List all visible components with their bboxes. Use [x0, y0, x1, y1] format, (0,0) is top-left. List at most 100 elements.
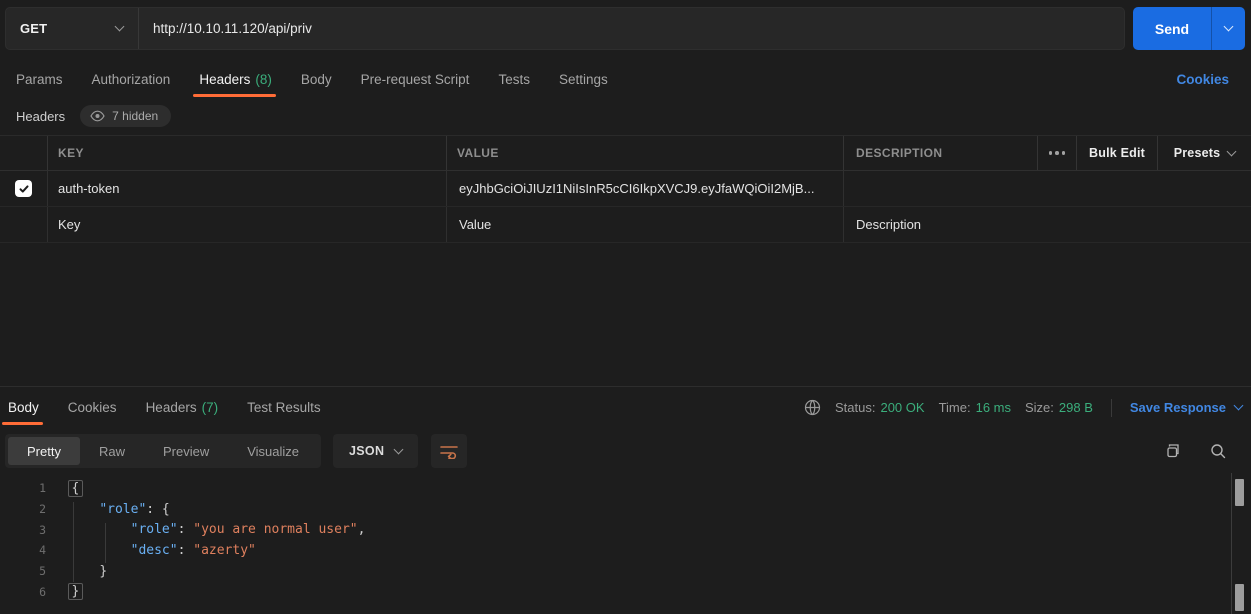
chevron-down-icon: [1227, 146, 1237, 156]
tab-tests[interactable]: Tests: [498, 62, 530, 97]
code-line: 3 "role": "you are normal user",: [0, 519, 1230, 540]
line-number: 4: [0, 543, 52, 557]
url-input[interactable]: [139, 8, 1124, 49]
tab-pre-request-script[interactable]: Pre-request Script: [361, 62, 470, 97]
wrap-text-button[interactable]: [431, 434, 467, 468]
tab-settings[interactable]: Settings: [559, 62, 608, 97]
response-toolbar: Pretty Raw Preview Visualize JSON: [5, 434, 467, 468]
cookies-link[interactable]: Cookies: [1176, 72, 1229, 87]
headers-sub-bar: Headers 7 hidden: [16, 104, 171, 128]
header-key-cell[interactable]: auth-token: [47, 171, 446, 206]
send-button[interactable]: Send: [1133, 7, 1211, 50]
tab-label: Body: [8, 400, 39, 415]
view-mode-switcher: Pretty Raw Preview Visualize: [5, 434, 321, 468]
line-number: 3: [0, 523, 52, 537]
more-options-icon: [1049, 151, 1066, 155]
response-tabs: Body Cookies Headers (7) Test Results: [8, 388, 350, 427]
send-split-button: Send: [1133, 7, 1245, 50]
tab-label: Body: [301, 72, 332, 87]
header-value-cell[interactable]: eyJhbGciOiJIUzI1NiIsInR5cCI6IkpXVCJ9.eyJ…: [446, 171, 843, 206]
code-line: 2 "role": {: [0, 499, 1230, 520]
size-indicator: Size: 298 B: [1025, 400, 1093, 415]
response-tab-body[interactable]: Body: [8, 390, 39, 425]
tab-authorization[interactable]: Authorization: [92, 62, 171, 97]
response-meta: Status: 200 OK Time: 16 ms Size: 298 B S…: [804, 388, 1242, 427]
view-mode-preview[interactable]: Preview: [144, 437, 228, 465]
code-text: }: [52, 564, 107, 579]
header-description-cell[interactable]: [843, 171, 1251, 206]
indent-guide: [73, 502, 74, 582]
method-select[interactable]: GET: [6, 8, 139, 49]
tab-label: Headers: [146, 400, 197, 415]
tab-label: Settings: [559, 72, 608, 87]
value-placeholder-cell[interactable]: Value: [446, 207, 843, 242]
divider: [1111, 399, 1112, 417]
chevron-down-icon: [1224, 22, 1234, 32]
status-label: Status:: [835, 400, 875, 415]
hidden-headers-toggle[interactable]: 7 hidden: [80, 105, 171, 127]
time-indicator: Time: 16 ms: [939, 400, 1011, 415]
chevron-down-icon: [394, 444, 404, 454]
save-response-dropdown[interactable]: Save Response: [1130, 400, 1242, 415]
status-indicator: Status: 200 OK: [835, 400, 925, 415]
pane-divider: [0, 386, 1251, 387]
tab-label: Headers: [199, 72, 250, 87]
request-tabs: Params Authorization Headers (8) Body Pr…: [16, 62, 1235, 97]
copy-button[interactable]: [1164, 442, 1182, 460]
globe-icon: [804, 399, 821, 416]
column-header-description: DESCRIPTION: [843, 136, 1037, 170]
code-text: {: [52, 481, 83, 496]
tab-params[interactable]: Params: [16, 62, 63, 97]
response-tab-headers[interactable]: Headers (7): [146, 390, 219, 425]
response-tab-cookies[interactable]: Cookies: [68, 390, 117, 425]
time-label: Time:: [939, 400, 971, 415]
postman-window: GET Send Params Authorization Headers (8…: [0, 0, 1251, 614]
indent-guide: [105, 523, 106, 563]
code-text: }: [52, 584, 83, 599]
checkbox-check-icon: [18, 183, 30, 195]
presets-dropdown[interactable]: Presets: [1157, 136, 1251, 170]
format-select[interactable]: JSON: [333, 434, 418, 468]
view-mode-visualize[interactable]: Visualize: [228, 437, 318, 465]
save-response-label: Save Response: [1130, 400, 1226, 415]
key-placeholder-cell[interactable]: Key: [47, 207, 446, 242]
code-line: 5 }: [0, 561, 1230, 582]
tab-label: Test Results: [247, 400, 321, 415]
tab-label: Cookies: [68, 400, 117, 415]
send-options-button[interactable]: [1211, 7, 1245, 50]
scrollbar-thumb[interactable]: [1235, 584, 1244, 611]
tab-label: Authorization: [92, 72, 171, 87]
more-options-button[interactable]: [1037, 136, 1076, 170]
method-label: GET: [20, 21, 47, 36]
tab-body[interactable]: Body: [301, 62, 332, 97]
hidden-headers-count: 7 hidden: [112, 109, 158, 123]
format-label: JSON: [349, 444, 384, 458]
search-button[interactable]: [1209, 442, 1227, 460]
scrollbar-thumb[interactable]: [1235, 479, 1244, 506]
chevron-down-icon: [115, 22, 125, 32]
code-line: 6}: [0, 581, 1230, 602]
tab-headers[interactable]: Headers (8): [199, 62, 272, 97]
code-line: 4 "desc": "azerty": [0, 540, 1230, 561]
tab-label: Params: [16, 72, 63, 87]
chevron-down-icon: [1234, 401, 1244, 411]
time-value: 16 ms: [976, 400, 1011, 415]
header-row-empty: Key Value Description: [0, 207, 1251, 243]
code-text: "desc": "azerty": [52, 543, 256, 558]
headers-section-title: Headers: [16, 109, 65, 124]
view-mode-pretty[interactable]: Pretty: [8, 437, 80, 465]
response-tab-test-results[interactable]: Test Results: [247, 390, 321, 425]
headers-table-header: KEY VALUE DESCRIPTION Bulk Edit Presets: [0, 135, 1251, 171]
view-mode-raw[interactable]: Raw: [80, 437, 144, 465]
row-checkbox[interactable]: [15, 180, 32, 197]
line-number: 5: [0, 564, 52, 578]
size-label: Size:: [1025, 400, 1054, 415]
response-actions: [1164, 434, 1227, 468]
active-tab-underline: [193, 94, 276, 97]
column-header-key: KEY: [47, 136, 446, 170]
bulk-edit-button[interactable]: Bulk Edit: [1076, 136, 1157, 170]
description-placeholder-cell[interactable]: Description: [843, 207, 1251, 242]
response-body-viewer: 1{2 "role": {3 "role": "you are normal u…: [0, 478, 1230, 614]
row-checkbox-cell: [0, 171, 47, 206]
line-number: 6: [0, 585, 52, 599]
